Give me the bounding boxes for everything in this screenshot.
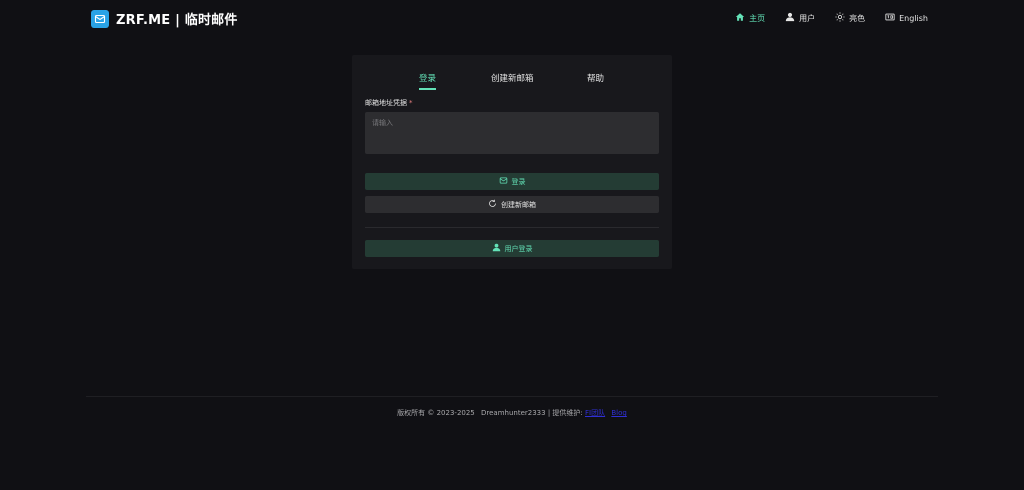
app-title: ZRF.ME | 临时邮件 xyxy=(116,13,238,28)
required-mark: * xyxy=(409,99,413,107)
login-button[interactable]: 登录 xyxy=(365,173,659,190)
tab-login[interactable]: 登录 xyxy=(419,72,437,90)
footer: 版权所有 © 2023-2025 Dreamhunter2333 | 提供维护:… xyxy=(0,408,1024,418)
copyright-text: 版权所有 © 2023-2025 xyxy=(397,409,475,417)
user-login-button[interactable]: 用户登录 xyxy=(365,240,659,257)
login-card: 登录 创建新邮箱 帮助 邮箱地址凭据* 登录 创建新邮箱 用户登录 xyxy=(352,55,672,269)
developer-text: Dreamhunter2333 xyxy=(481,409,546,417)
nav-theme[interactable]: 亮色 xyxy=(835,12,865,24)
top-nav: 主页 用户 亮色 English xyxy=(735,12,928,24)
create-mailbox-button[interactable]: 创建新邮箱 xyxy=(365,196,659,213)
create-mailbox-label: 创建新邮箱 xyxy=(501,200,536,209)
credential-input[interactable] xyxy=(365,112,659,154)
nav-user-label: 用户 xyxy=(799,13,816,23)
maintainer-text: | 提供维护: xyxy=(547,409,583,417)
footer-divider xyxy=(86,396,938,397)
nav-language[interactable]: English xyxy=(885,12,928,24)
tab-create-label: 创建新邮箱 xyxy=(491,74,534,84)
tab-create[interactable]: 创建新邮箱 xyxy=(491,72,534,84)
mail-icon xyxy=(91,9,109,28)
user-icon xyxy=(492,243,501,254)
credential-label: 邮箱地址凭据 * xyxy=(365,98,413,108)
login-button-label: 登录 xyxy=(511,177,526,186)
mail-icon xyxy=(499,176,508,187)
header: ZRF.ME | 临时邮件 主页 用户 亮色 English xyxy=(0,0,1024,38)
tab-help-label: 帮助 xyxy=(587,74,605,84)
credential-label-text: 邮箱地址凭据 xyxy=(365,99,407,107)
user-icon xyxy=(785,12,795,24)
maintainer-link[interactable]: FI团队 xyxy=(585,409,605,417)
logo[interactable]: ZRF.ME | 临时邮件 xyxy=(91,9,238,28)
nav-user[interactable]: 用户 xyxy=(785,12,815,24)
nav-home-label: 主页 xyxy=(749,13,766,23)
blog-link[interactable]: Blog xyxy=(611,409,626,417)
tab-help[interactable]: 帮助 xyxy=(587,72,604,84)
home-icon xyxy=(735,12,745,24)
nav-home[interactable]: 主页 xyxy=(735,12,765,24)
language-icon xyxy=(885,12,895,24)
tab-bar: 登录 创建新邮箱 帮助 xyxy=(352,72,672,92)
user-login-label: 用户登录 xyxy=(504,244,533,253)
nav-theme-label: 亮色 xyxy=(849,13,866,23)
divider xyxy=(365,227,659,228)
nav-language-label: English xyxy=(899,13,928,23)
tab-login-label: 登录 xyxy=(419,74,437,84)
refresh-icon xyxy=(488,199,497,210)
sun-icon xyxy=(835,12,845,24)
